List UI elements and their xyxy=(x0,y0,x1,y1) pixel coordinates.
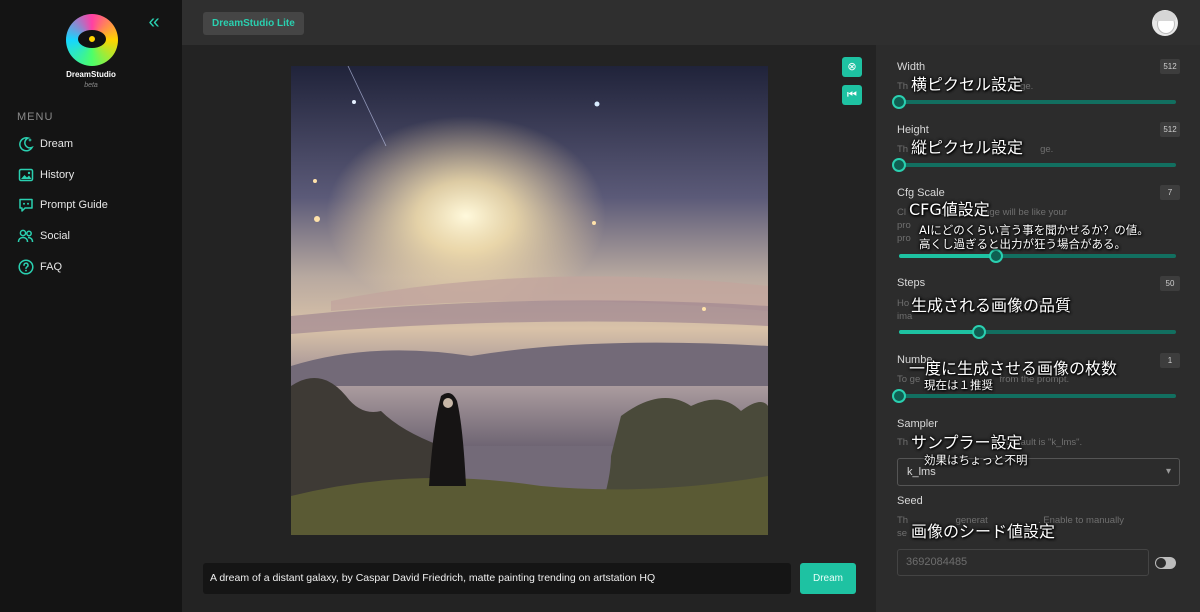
cfg-scale-value: 7 xyxy=(1160,185,1180,200)
top-bar xyxy=(182,0,1200,45)
chat-quote-icon xyxy=(17,197,34,213)
sidebar-item-prompt-guide[interactable]: Prompt Guide xyxy=(17,196,108,214)
app-version-badge[interactable]: DreamStudio Lite xyxy=(203,12,304,35)
steps-value: 50 xyxy=(1160,276,1180,291)
annotation-width: 横ピクセル設定 xyxy=(911,75,1024,94)
sidebar-item-dream[interactable]: Dream xyxy=(17,135,73,153)
sampler-selected-value: k_lms xyxy=(907,466,936,478)
question-circle-icon xyxy=(17,259,34,275)
annotation-sampler: サンプラー設定 xyxy=(911,433,1023,452)
width-label: Width xyxy=(897,61,926,73)
annotation-sampler-sub: 効果はちょっと不明 xyxy=(924,453,1028,467)
width-slider-thumb[interactable] xyxy=(892,95,906,109)
height-label: Height xyxy=(897,124,929,136)
sidebar-item-label: FAQ xyxy=(40,261,63,273)
seed-manual-toggle[interactable] xyxy=(1155,557,1176,569)
steps-slider-fill xyxy=(899,330,980,334)
sidebar-item-label: History xyxy=(40,169,75,181)
width-value: 512 xyxy=(1160,59,1180,74)
brand-name: DreamStudio xyxy=(66,70,116,79)
height-slider[interactable] xyxy=(892,158,1176,172)
sidebar-item-faq[interactable]: FAQ xyxy=(17,258,62,276)
brand-subtitle: beta xyxy=(84,82,98,89)
user-avatar[interactable] xyxy=(1152,10,1178,36)
cfg-scale-slider-thumb[interactable] xyxy=(988,249,1003,263)
skip-back-icon[interactable]: ⏮ xyxy=(842,85,862,105)
steps-slider[interactable] xyxy=(899,325,1176,339)
sidebar-item-social[interactable]: Social xyxy=(17,227,70,245)
prompt-input[interactable] xyxy=(203,563,791,594)
moon-sparkle-icon xyxy=(17,136,34,152)
width-slider[interactable] xyxy=(892,95,1176,109)
sidebar-item-label: Social xyxy=(40,230,70,242)
annotation-height: 縦ピクセル設定 xyxy=(911,138,1024,157)
annotation-cfg-line2: 高くし過ぎると出力が狂う場合がある。 xyxy=(919,237,1126,251)
height-value: 512 xyxy=(1160,122,1180,137)
dreamstudio-logo[interactable] xyxy=(66,14,118,66)
close-image-icon[interactable]: ⊗ xyxy=(842,57,862,77)
cfg-scale-slider[interactable] xyxy=(899,249,1176,263)
generated-image[interactable] xyxy=(291,66,768,535)
sidebar-item-label: Prompt Guide xyxy=(40,199,108,211)
people-icon xyxy=(17,228,34,244)
number-of-images-slider[interactable] xyxy=(892,389,1176,403)
seed-input[interactable]: 3692084485 xyxy=(897,549,1149,576)
number-of-images-slider-thumb[interactable] xyxy=(892,389,906,403)
number-of-images-value: 1 xyxy=(1160,353,1180,368)
sidebar-item-history[interactable]: History xyxy=(17,166,74,184)
annotation-cfg-line1: AIにどのくらい言う事を聞かせるか？の値。 xyxy=(919,223,1149,237)
cfg-scale-slider-fill xyxy=(899,254,996,258)
menu-heading: MENU xyxy=(17,111,54,123)
collapse-sidebar-icon[interactable]: « xyxy=(143,11,165,33)
steps-label: Steps xyxy=(897,277,926,289)
sidebar-item-label: Dream xyxy=(40,138,74,150)
annotation-seed: 画像のシード値設定 xyxy=(911,522,1056,541)
dream-button[interactable]: Dream xyxy=(800,563,856,594)
seed-label: Seed xyxy=(897,495,923,507)
sampler-label: Sampler xyxy=(897,418,938,430)
annotation-cfg-title: CFG値設定 xyxy=(909,200,990,219)
logo-eye-icon xyxy=(78,30,106,48)
height-slider-thumb[interactable] xyxy=(892,158,906,172)
annotation-number-sub: 現在は１推奨 xyxy=(924,378,993,392)
image-gallery-icon xyxy=(17,167,34,183)
annotation-number: 一度に生成させる画像の枚数 xyxy=(909,359,1118,378)
cfg-scale-label: Cfg Scale xyxy=(897,187,945,199)
annotation-steps: 生成される画像の品質 xyxy=(911,296,1072,315)
chevron-down-icon: ▾ xyxy=(1165,466,1171,477)
sidebar xyxy=(0,0,182,612)
